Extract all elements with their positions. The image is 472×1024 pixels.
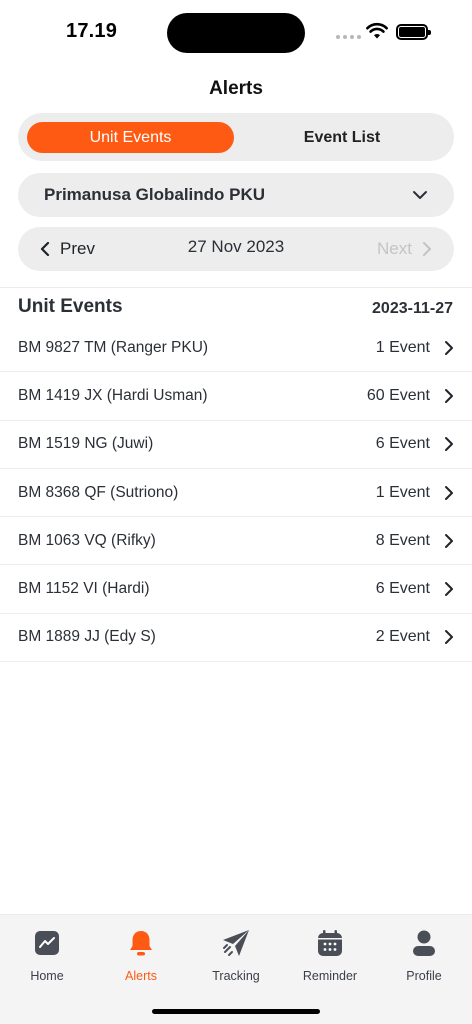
tab-home-label: Home bbox=[30, 969, 64, 983]
chevron-right-icon bbox=[445, 340, 453, 355]
chevron-left-icon bbox=[40, 241, 50, 257]
tab-profile[interactable]: Profile bbox=[377, 927, 471, 983]
chevron-right-icon bbox=[445, 388, 453, 403]
event-count: 8 Event bbox=[375, 531, 430, 549]
list-item[interactable]: BM 1889 JJ (Edy S) 2 Event bbox=[0, 614, 472, 663]
chevron-right-icon bbox=[423, 242, 431, 256]
tab-event-list[interactable]: Event List bbox=[242, 122, 442, 153]
list-title: Unit Events bbox=[18, 296, 123, 317]
company-dropdown[interactable]: Primanusa Globalindo PKU bbox=[18, 173, 454, 217]
unit-name: BM 8368 QF (Sutriono) bbox=[18, 483, 179, 501]
event-count: 1 Event bbox=[375, 483, 430, 501]
event-count: 2 Event bbox=[375, 628, 430, 646]
tab-unit-events[interactable]: Unit Events bbox=[27, 122, 234, 153]
tab-home[interactable]: Home bbox=[0, 927, 94, 983]
list-item[interactable]: BM 1419 JX (Hardi Usman) 60 Event bbox=[0, 372, 472, 421]
divider bbox=[0, 287, 472, 288]
tab-alerts-label: Alerts bbox=[125, 969, 157, 983]
segmented-control: Unit Events Event List bbox=[18, 113, 454, 161]
unit-name: BM 1519 NG (Juwi) bbox=[18, 435, 154, 453]
event-count: 60 Event bbox=[366, 386, 430, 404]
tab-reminder-label: Reminder bbox=[302, 969, 358, 983]
tab-tracking[interactable]: Tracking bbox=[189, 927, 283, 983]
unit-name: BM 1063 VQ (Rifky) bbox=[18, 531, 156, 549]
tab-reminder[interactable]: Reminder bbox=[283, 927, 377, 983]
chevron-right-icon bbox=[445, 582, 453, 597]
paper-plane-icon bbox=[223, 930, 249, 956]
page-title: Alerts bbox=[209, 78, 263, 99]
next-button-label: Next bbox=[377, 239, 412, 258]
chevron-right-icon bbox=[445, 533, 453, 548]
list-item[interactable]: BM 1519 NG (Juwi) 6 Event bbox=[0, 421, 472, 469]
event-count: 6 Event bbox=[375, 580, 430, 598]
unit-name: BM 9827 TM (Ranger PKU) bbox=[18, 338, 209, 356]
chevron-right-icon bbox=[445, 630, 453, 645]
bell-icon bbox=[130, 931, 152, 956]
battery-icon bbox=[396, 24, 431, 40]
calendar-icon bbox=[318, 930, 342, 956]
unit-name: BM 1889 JJ (Edy S) bbox=[18, 628, 156, 646]
wifi-icon bbox=[366, 22, 388, 39]
user-icon bbox=[413, 930, 435, 956]
company-dropdown-label: Primanusa Globalindo PKU bbox=[44, 185, 266, 204]
chevron-right-icon bbox=[445, 485, 453, 500]
unit-name: BM 1152 VI (Hardi) bbox=[18, 580, 150, 598]
home-indicator bbox=[152, 1009, 320, 1014]
date-navigator: Prev 27 Nov 2023 Next bbox=[18, 227, 454, 271]
unit-name: BM 1419 JX (Hardi Usman) bbox=[18, 386, 208, 404]
chevron-down-icon bbox=[413, 191, 427, 199]
signal-icon bbox=[336, 35, 361, 39]
list-item[interactable]: BM 1152 VI (Hardi) 6 Event bbox=[0, 565, 472, 614]
tab-profile-label: Profile bbox=[406, 969, 442, 983]
list-item[interactable]: BM 9827 TM (Ranger PKU) 1 Event bbox=[0, 324, 472, 373]
list-item[interactable]: BM 8368 QF (Sutriono) 1 Event bbox=[0, 469, 472, 518]
status-bar: 17.19 bbox=[0, 0, 472, 64]
unit-events-list: BM 9827 TM (Ranger PKU) 1 Event BM 1419 … bbox=[0, 324, 472, 663]
dynamic-island bbox=[167, 13, 305, 53]
tab-tracking-label: Tracking bbox=[212, 969, 260, 983]
tab-alerts[interactable]: Alerts bbox=[94, 927, 188, 983]
prev-button-label: Prev bbox=[60, 239, 95, 258]
list-date: 2023-11-27 bbox=[372, 300, 453, 317]
event-count: 6 Event bbox=[375, 435, 430, 453]
list-item[interactable]: BM 1063 VQ (Rifky) 8 Event bbox=[0, 517, 472, 566]
prev-button[interactable]: Prev bbox=[40, 227, 95, 271]
chart-icon bbox=[35, 931, 59, 955]
event-count: 1 Event bbox=[375, 338, 430, 356]
status-time: 17.19 bbox=[66, 20, 118, 42]
chevron-right-icon bbox=[445, 437, 453, 452]
next-button[interactable]: Next bbox=[377, 227, 432, 271]
bottom-tab-bar: Home Alerts Tracking Reminder Profile bbox=[0, 914, 472, 1024]
